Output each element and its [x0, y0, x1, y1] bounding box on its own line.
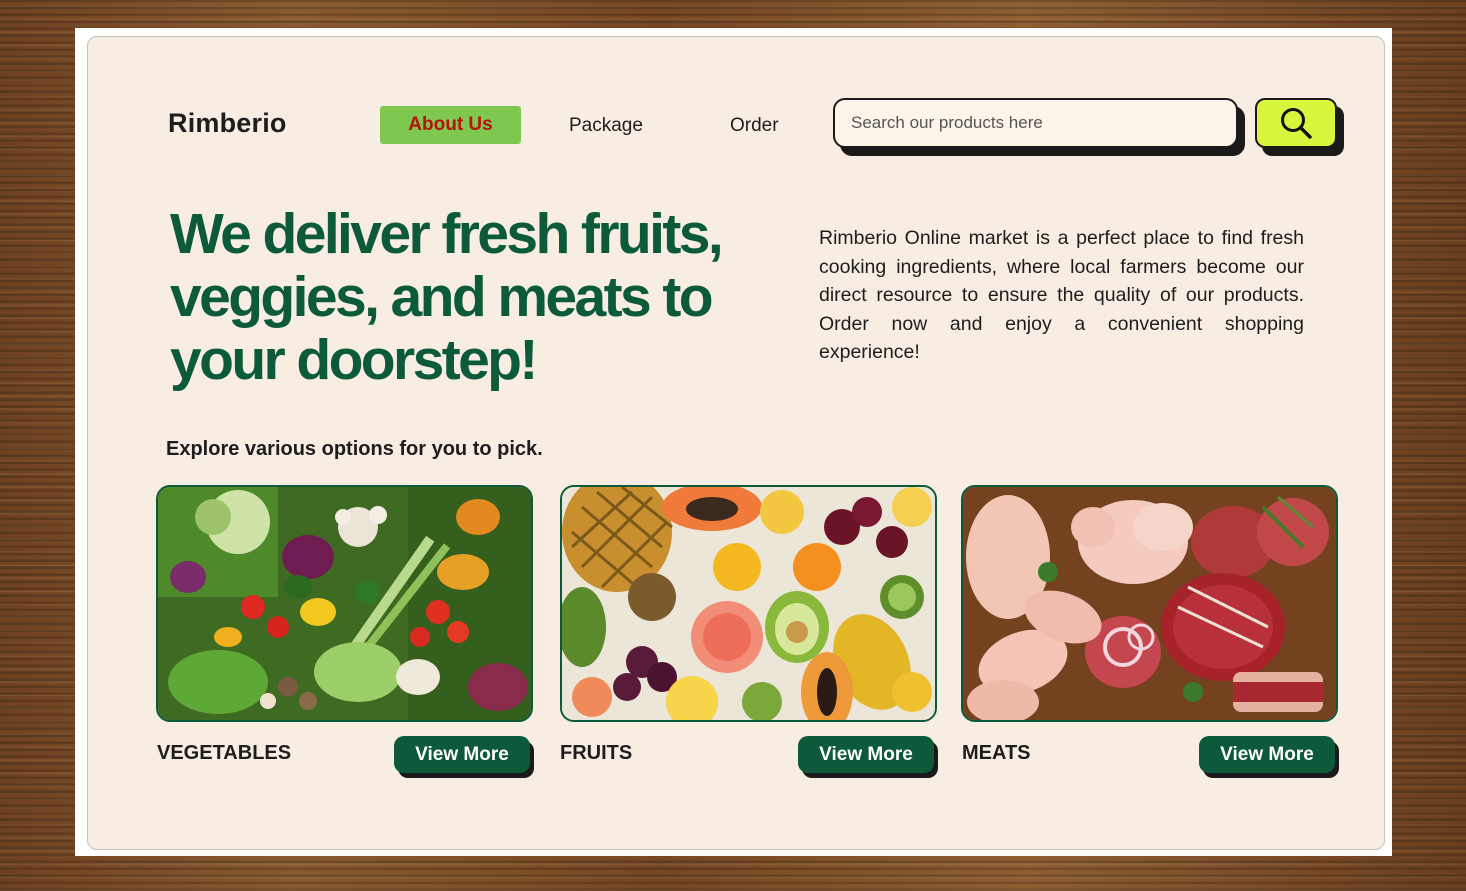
nav-package[interactable]: Package	[569, 115, 643, 137]
vegetables-image[interactable]	[156, 485, 533, 722]
meats-image[interactable]	[961, 485, 1338, 722]
view-more-meats-button[interactable]: View More	[1199, 736, 1335, 773]
nav-order[interactable]: Order	[730, 115, 779, 137]
fruits-image[interactable]	[560, 485, 937, 722]
category-label-fruits: FRUITS	[560, 742, 633, 764]
view-more-fruits-button[interactable]: View More	[798, 736, 934, 773]
view-more-vegetables-button[interactable]: View More	[394, 736, 530, 773]
explore-heading: Explore various options for you to pick.	[166, 438, 543, 460]
category-label-vegetables: VEGETABLES	[157, 742, 292, 764]
hero-title: We deliver fresh fruits, veggies, and me…	[170, 202, 724, 392]
vegetables-photo	[158, 487, 531, 720]
category-label-meats: MEATS	[962, 742, 1031, 764]
hero-description: Rimberio Online market is a perfect plac…	[819, 227, 1304, 364]
search-button[interactable]	[1255, 98, 1337, 148]
nav-about-us[interactable]: About Us	[380, 106, 521, 144]
brand-logo[interactable]: Rimberio	[168, 108, 287, 139]
search-icon	[1281, 108, 1312, 139]
fruits-photo	[562, 487, 935, 720]
meats-photo	[963, 487, 1336, 720]
search-input[interactable]	[833, 98, 1238, 148]
